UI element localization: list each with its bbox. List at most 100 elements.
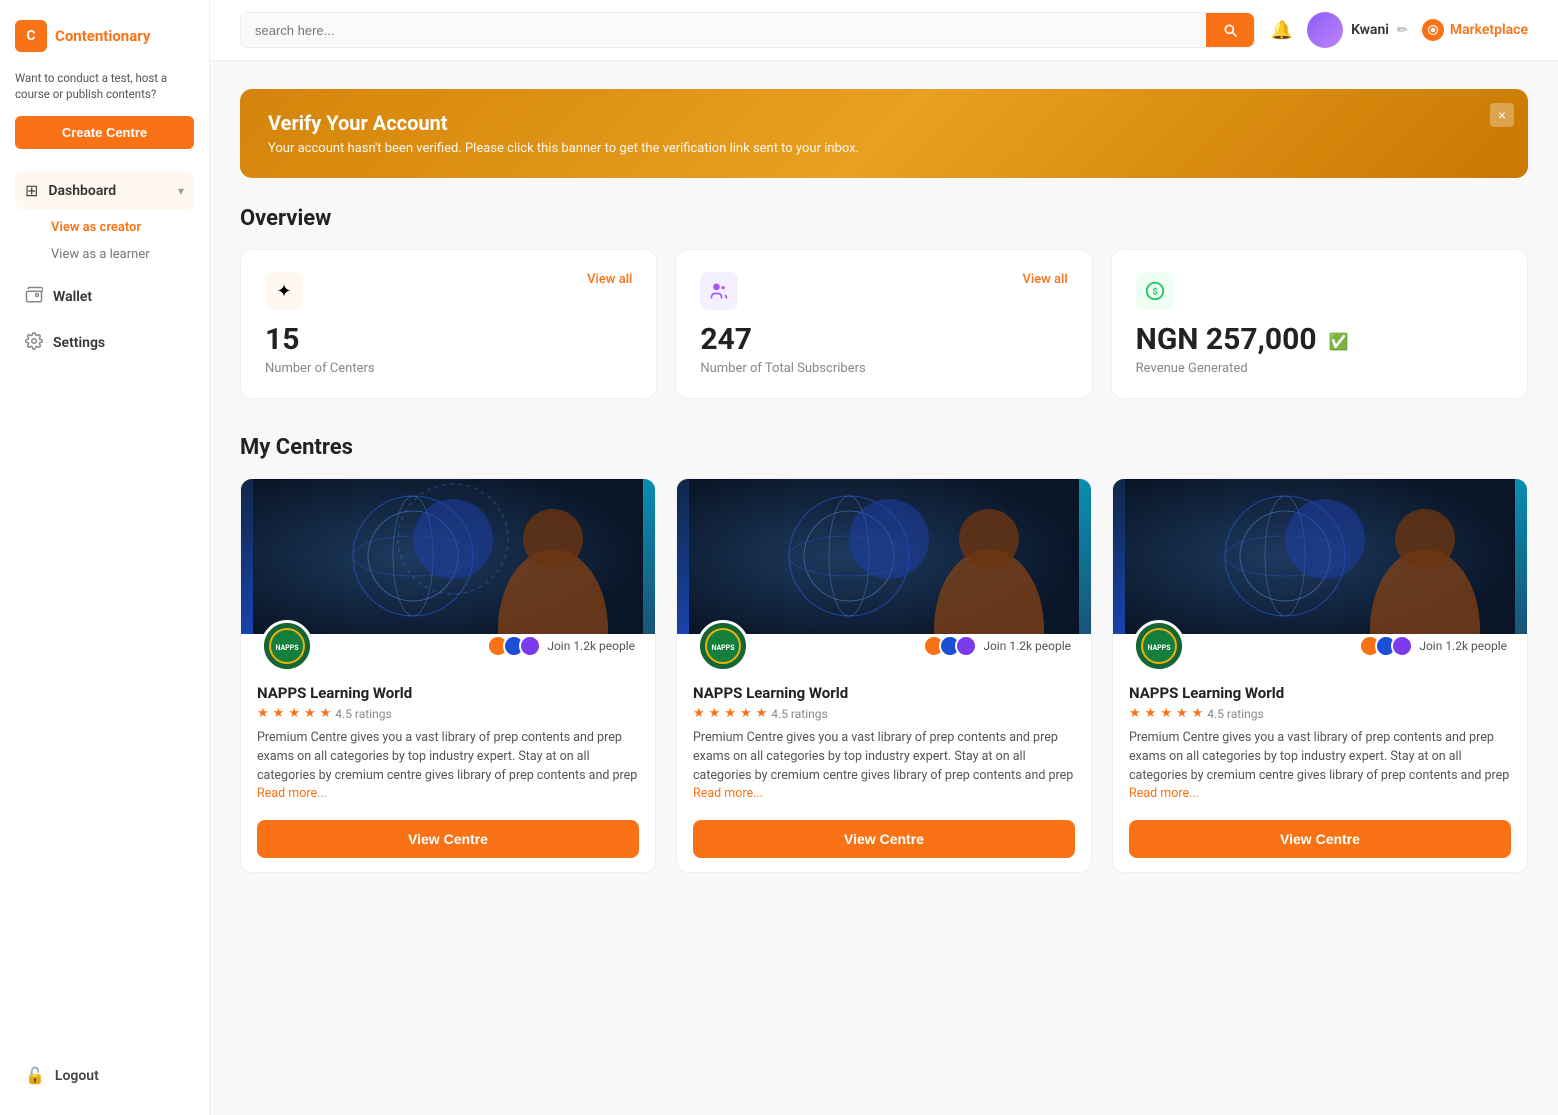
verify-banner[interactable]: Verify Your Account Your account hasn't … (240, 89, 1528, 178)
join-avatar-3c (1391, 635, 1413, 657)
centre-body-3: NAPPS Join 1.2k people NAPPS L (1113, 634, 1527, 872)
centres-label: Number of Centers (265, 361, 632, 376)
centre-stars-3: ★ ★ ★ ★ ★ 4.5 ratings (1129, 706, 1511, 721)
banner-message: Your account hasn't been verified. Pleas… (268, 141, 1500, 156)
main-content: 🔔 Kwani ✏ Marketplace Ve (210, 0, 1558, 1115)
logo-icon: C (15, 20, 47, 52)
centre-card-3: NAPPS Join 1.2k people NAPPS L (1112, 478, 1528, 873)
my-centres-title: My Centres (240, 435, 1528, 460)
search-button[interactable] (1206, 13, 1254, 47)
star3-4: ★ (1176, 706, 1188, 721)
read-more-2[interactable]: Read more... (693, 786, 763, 801)
revenue-verified-icon: ✅ (1329, 332, 1349, 351)
chevron-down-icon: ▾ (178, 184, 184, 198)
join-avatars-1 (487, 635, 541, 657)
star2-3: ★ (724, 706, 736, 721)
star-3: ★ (288, 706, 300, 721)
view-centre-button-3[interactable]: View Centre (1129, 820, 1511, 858)
dashboard-icon: ⊞ (25, 181, 38, 200)
star-4: ★ (304, 706, 316, 721)
search-input[interactable] (241, 14, 1206, 47)
centre-body-1: NAPPS Join 1.2k people NAPPS L (241, 634, 655, 872)
globe-art-2 (677, 479, 1091, 634)
logo-area: C Contentionary (15, 20, 194, 52)
svg-text:NAPPS: NAPPS (275, 644, 299, 652)
sidebar-tagline: Want to conduct a test, host a course or… (15, 70, 194, 102)
avatar-image (1307, 12, 1343, 48)
create-centre-button[interactable]: Create Centre (15, 116, 194, 149)
centre-card-1: NAPPS Join 1.2k people NAPPS L (240, 478, 656, 873)
topbar: 🔔 Kwani ✏ Marketplace (210, 0, 1558, 61)
banner-close-button[interactable]: × (1490, 103, 1514, 127)
settings-icon (25, 332, 43, 354)
app-name: Contentionary (55, 27, 150, 45)
centre-name-2: NAPPS Learning World (693, 684, 1075, 702)
join-avatar-1c (519, 635, 541, 657)
rating-text-1: 4.5 ratings (335, 707, 391, 721)
edit-profile-icon[interactable]: ✏ (1397, 23, 1408, 38)
sidebar-item-view-learner[interactable]: View as a learner (43, 241, 194, 268)
search-wrap (240, 12, 1255, 48)
sidebar-item-settings[interactable]: Settings (15, 322, 194, 364)
svg-text:$: $ (1152, 287, 1157, 298)
centre-stars-2: ★ ★ ★ ★ ★ 4.5 ratings (693, 706, 1075, 721)
centre-desc-1: Premium Centre gives you a vast library … (257, 729, 639, 804)
wallet-icon (25, 286, 43, 308)
centres-number: 15 (265, 322, 632, 357)
star2-1: ★ (693, 706, 705, 721)
sidebar-item-view-creator[interactable]: View as creator (43, 214, 194, 241)
centres-card: ✦ View all 15 Number of Centers (240, 249, 657, 399)
centre-desc-2: Premium Centre gives you a vast library … (693, 729, 1075, 804)
topbar-right: 🔔 Kwani ✏ Marketplace (1271, 12, 1528, 48)
logout-icon: 🔓 (25, 1066, 45, 1085)
rating-text-2: 4.5 ratings (771, 707, 827, 721)
subscribers-label: Number of Total Subscribers (700, 361, 1067, 376)
centres-card-header: ✦ View all (265, 272, 632, 310)
read-more-1[interactable]: Read more... (257, 786, 327, 801)
revenue-card-header: $ (1136, 272, 1503, 310)
avatar (1307, 12, 1343, 48)
centre-image-1 (241, 479, 655, 634)
join-text-3: Join 1.2k people (1419, 639, 1507, 653)
view-centre-button-2[interactable]: View Centre (693, 820, 1075, 858)
view-centre-button-1[interactable]: View Centre (257, 820, 639, 858)
dashboard-label: Dashboard (48, 183, 116, 199)
sidebar-item-dashboard[interactable]: ⊞ Dashboard ▾ (15, 171, 194, 210)
join-avatars-3 (1359, 635, 1413, 657)
settings-label: Settings (53, 335, 105, 351)
marketplace-link[interactable]: Marketplace (1422, 19, 1528, 41)
svg-text:NAPPS: NAPPS (1147, 644, 1171, 652)
star3-3: ★ (1160, 706, 1172, 721)
sidebar: C Contentionary Want to conduct a test, … (0, 0, 210, 1115)
star-5-half: ★ (320, 706, 332, 721)
centre-card-2: NAPPS Join 1.2k people NAPPS L (676, 478, 1092, 873)
subscribers-view-all[interactable]: View all (1022, 272, 1067, 287)
centre-image-3 (1113, 479, 1527, 634)
logout-label: Logout (55, 1068, 99, 1084)
marketplace-icon (1422, 19, 1444, 41)
page-content: Verify Your Account Your account hasn't … (210, 61, 1558, 901)
centres-view-all[interactable]: View all (587, 272, 632, 287)
search-icon (1222, 22, 1238, 38)
revenue-number: NGN 257,000 (1136, 322, 1317, 357)
centre-logo-3: NAPPS (1133, 620, 1185, 672)
star3-1: ★ (1129, 706, 1141, 721)
subscribers-icon (700, 272, 738, 310)
centre-meta-3: NAPPS Join 1.2k people (1129, 620, 1511, 672)
sidebar-item-wallet[interactable]: Wallet (15, 276, 194, 318)
globe-art-3 (1113, 479, 1527, 634)
join-info-2: Join 1.2k people (923, 635, 1071, 657)
centre-stars-1: ★ ★ ★ ★ ★ 4.5 ratings (257, 706, 639, 721)
star2-5-half: ★ (756, 706, 768, 721)
join-text-1: Join 1.2k people (547, 639, 635, 653)
notification-icon[interactable]: 🔔 (1271, 20, 1293, 41)
sidebar-bottom: 🔓 Logout (15, 1046, 194, 1095)
centre-name-3: NAPPS Learning World (1129, 684, 1511, 702)
join-text-2: Join 1.2k people (983, 639, 1071, 653)
read-more-3[interactable]: Read more... (1129, 786, 1199, 801)
centre-meta-2: NAPPS Join 1.2k people (693, 620, 1075, 672)
star3-5-half: ★ (1192, 706, 1204, 721)
join-info-3: Join 1.2k people (1359, 635, 1507, 657)
logout-button[interactable]: 🔓 Logout (15, 1056, 194, 1095)
star-2: ★ (273, 706, 285, 721)
